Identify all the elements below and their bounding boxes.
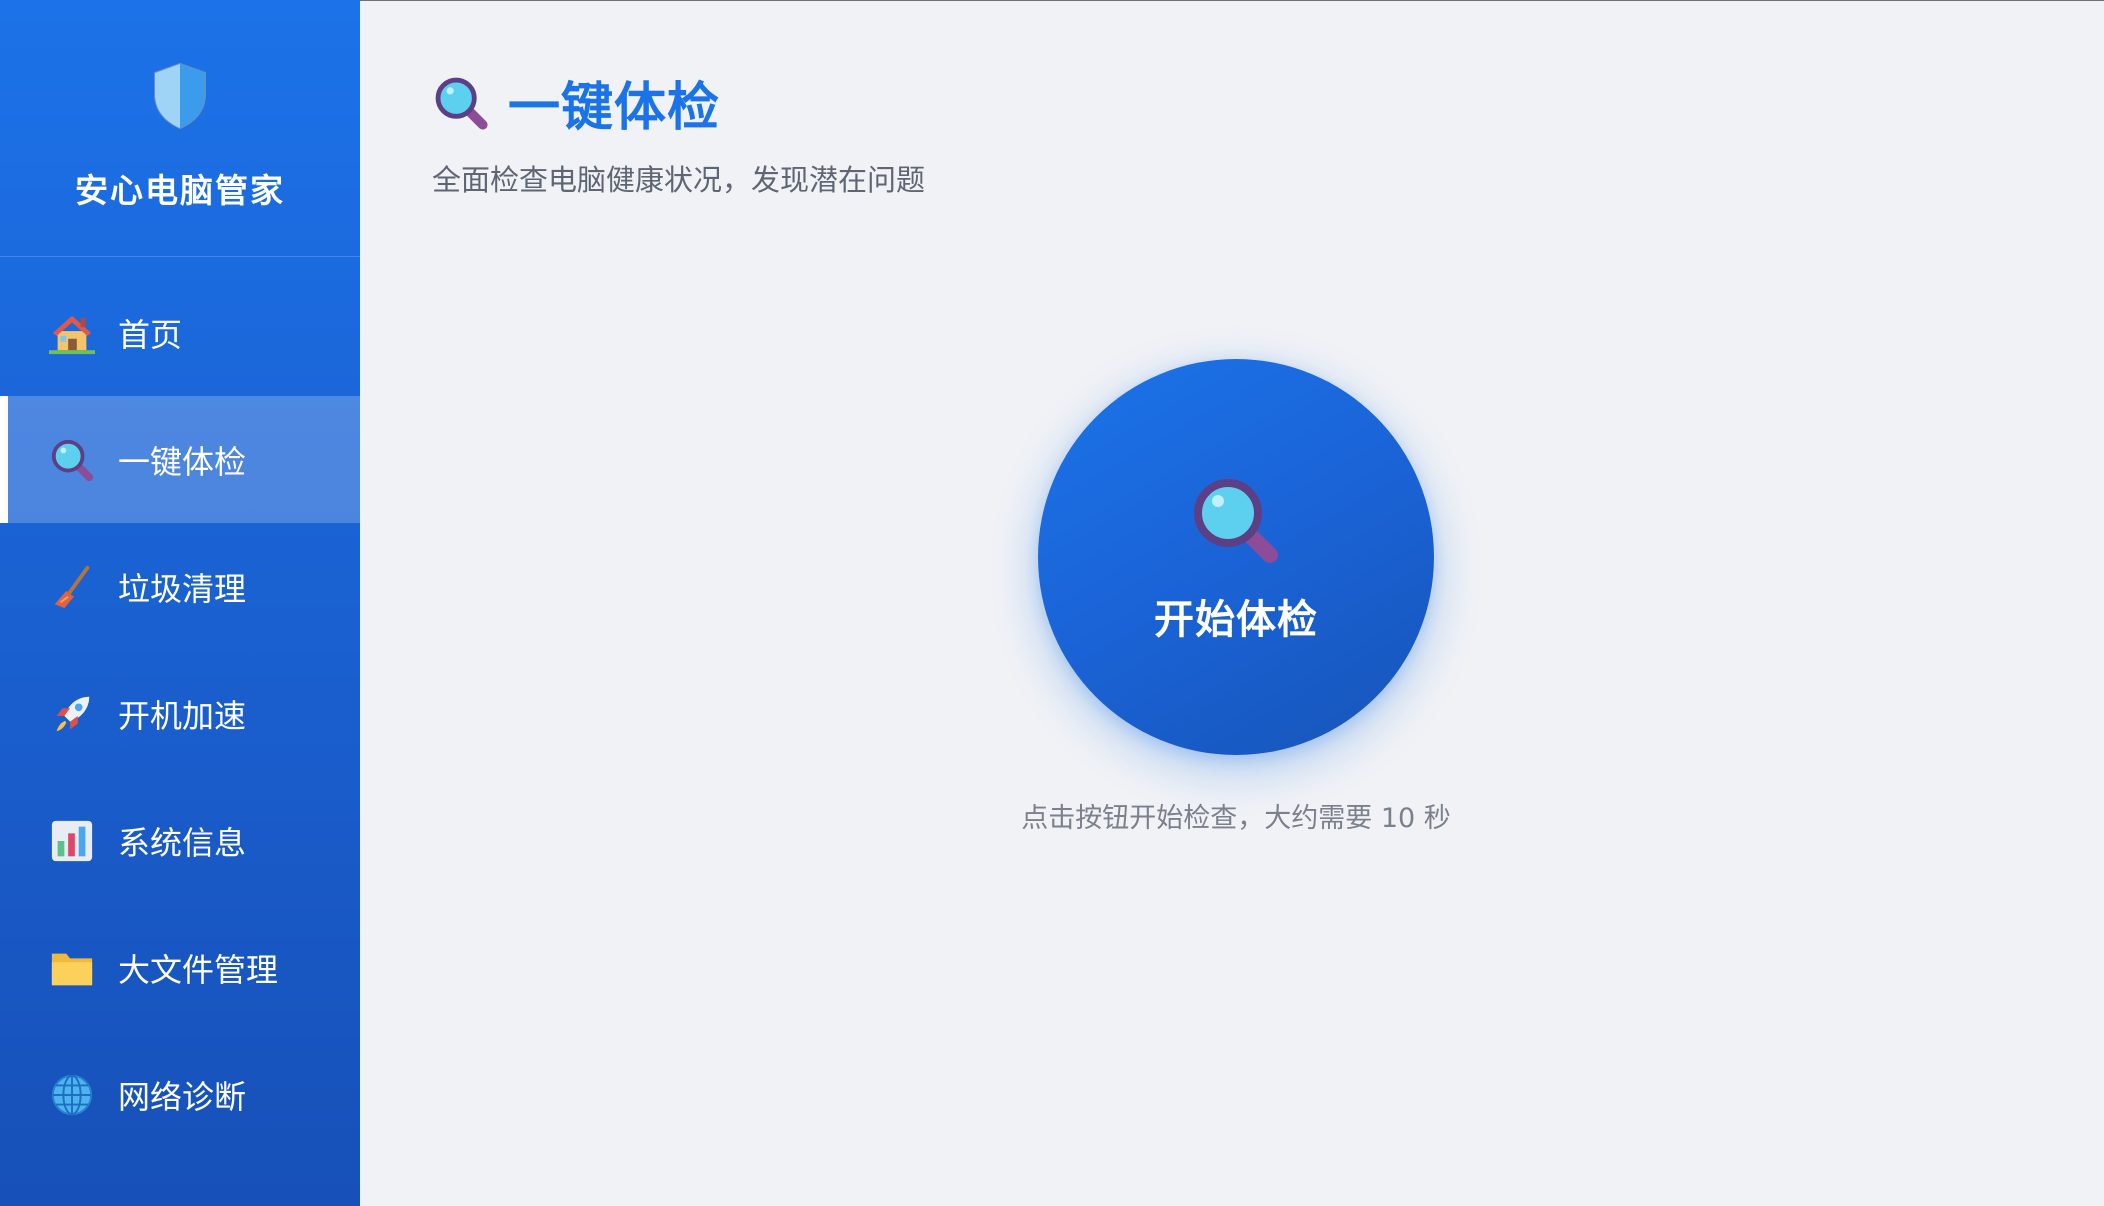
sidebar-item-label: 一键体检 xyxy=(118,442,247,481)
sidebar-item-system-info[interactable]: 系统信息 xyxy=(0,777,360,904)
sidebar-item-label: 开机加速 xyxy=(118,696,247,735)
page-header: 一键体检 xyxy=(432,65,720,140)
magnifier-icon xyxy=(1188,473,1284,569)
page-subtitle: 全面检查电脑健康状况，发现潜在问题 xyxy=(432,163,926,197)
sidebar-item-boost[interactable]: 开机加速 xyxy=(0,650,360,777)
page-title: 一键体检 xyxy=(508,78,721,138)
globe-icon xyxy=(48,1071,96,1119)
house-icon xyxy=(48,309,96,357)
check-hint: 点击按钮开始检查，大约需要 10 秒 xyxy=(1021,803,1451,834)
rocket-icon xyxy=(48,690,96,738)
start-check-button[interactable]: 开始体检 xyxy=(1038,359,1434,755)
magnifier-icon xyxy=(432,74,490,132)
sidebar: 安心电脑管家 首页 一键体检 垃圾清理 开机加速 系统信息 大文件管理 网络诊断 xyxy=(0,0,360,1206)
sidebar-item-network[interactable]: 网络诊断 xyxy=(0,1031,360,1158)
broom-icon xyxy=(48,563,96,611)
bar-chart-icon xyxy=(48,817,96,865)
app-window: 安心电脑管家 首页 一键体检 垃圾清理 开机加速 系统信息 大文件管理 网络诊断… xyxy=(0,0,2104,1206)
main-panel: 一键体检 全面检查电脑健康状况，发现潜在问题 开始体检 点击按钮开始检查，大约需… xyxy=(360,0,2104,1206)
sidebar-item-large-files[interactable]: 大文件管理 xyxy=(0,904,360,1031)
start-check-label: 开始体检 xyxy=(1154,598,1318,642)
sidebar-item-home[interactable]: 首页 xyxy=(0,269,360,396)
folder-icon xyxy=(48,944,96,992)
sidebar-item-label: 首页 xyxy=(118,315,183,354)
brand: 安心电脑管家 xyxy=(0,0,360,257)
sidebar-item-label: 垃圾清理 xyxy=(118,569,247,608)
sidebar-item-label: 大文件管理 xyxy=(118,950,279,989)
shield-icon xyxy=(151,62,209,130)
magnifier-icon xyxy=(48,436,96,484)
sidebar-item-junk-clean[interactable]: 垃圾清理 xyxy=(0,523,360,650)
sidebar-item-label: 系统信息 xyxy=(118,823,247,862)
sidebar-item-label: 网络诊断 xyxy=(118,1077,247,1116)
sidebar-nav: 首页 一键体检 垃圾清理 开机加速 系统信息 大文件管理 网络诊断 xyxy=(0,269,360,1158)
sidebar-item-health-check[interactable]: 一键体检 xyxy=(0,396,360,523)
app-title: 安心电脑管家 xyxy=(75,171,285,210)
